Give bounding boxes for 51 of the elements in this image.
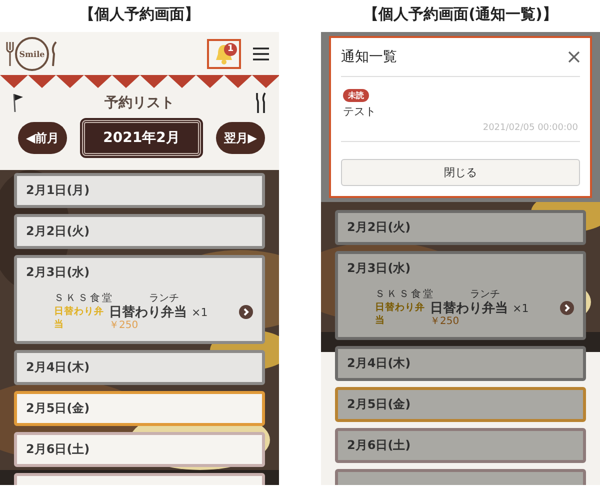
day-date: 2月2日(火) [347,220,412,235]
cutlery-icon [255,92,267,114]
day-date: 2月6日(土) [26,442,91,457]
next-month-button[interactable]: 翌月▶ [216,122,265,154]
day-date: 2月3日(水) [347,261,412,276]
notification-text: テスト [343,104,376,119]
meal-type: ランチ [469,288,502,301]
month-label: 2021年2月 [82,120,201,156]
menu-item: 日替わり弁当 ×1 [109,306,209,318]
day-date: 2月6日(土) [347,438,412,453]
price: ￥250 [109,319,138,332]
shop-name: ＳＫＳ食堂 [54,292,115,305]
menu-tag: 日替わり弁当 [375,301,427,327]
notification-time: 2021/02/05 00:00:00 [482,123,578,133]
menu-icon[interactable] [253,46,269,60]
day-date: 2月3日(水) [26,265,91,280]
day-card[interactable]: 2月2日(火) [335,210,586,245]
day-card[interactable]: 2月1日(月) [14,173,265,208]
chevron-icon[interactable] [239,305,253,319]
day-date: 2月5日(金) [26,401,91,416]
day-card[interactable]: 2月3日(水) ＳＫＳ食堂 ランチ 日替わり弁当 日替わり弁当 ×1 ￥250 [335,251,586,340]
day-card[interactable]: 2月4日(木) [14,350,265,385]
day-card[interactable]: 2月5日(金) [335,387,586,422]
day-card[interactable]: 2月2日(火) [14,214,265,249]
unread-badge: 未読 [343,89,369,102]
flag-icon [12,93,24,113]
meal-type: ランチ [148,292,180,305]
day-card[interactable]: 2月5日(金) [14,391,265,426]
close-icon[interactable] [568,51,580,63]
notification-badge: 1 [224,42,237,56]
menu-tag: 日替わり弁当 [54,305,106,331]
day-date: 2月1日(月) [26,183,91,198]
close-button[interactable]: 閉じる [341,159,580,186]
chevron-icon[interactable] [560,301,574,315]
screen-caption: 【個人予約画面(通知一覧)】 [364,4,558,25]
menu-item: 日替わり弁当 ×1 [430,302,530,314]
notification-button[interactable]: 1 [207,38,241,68]
day-card[interactable]: 2月6日(土) [335,428,586,463]
screen-caption: 【個人予約画面】 [80,4,200,25]
price: ￥250 [430,315,460,328]
dialog-title: 通知一覧 [341,48,397,66]
day-card[interactable]: 2月3日(水) ＳＫＳ食堂 ランチ 日替わり弁当 日替わり弁当 ×1 ￥250 [14,255,265,344]
day-date: 2月5日(金) [347,397,412,412]
day-card[interactable]: 2月6日(土) [14,432,265,467]
day-date: 2月4日(木) [347,356,412,371]
prev-month-button[interactable]: ◀前月 [18,122,68,154]
day-card[interactable]: 2月4日(木) [335,346,586,381]
day-date: 2月2日(火) [26,224,91,239]
day-date: 2月4日(木) [26,360,91,375]
shop-name: ＳＫＳ食堂 [375,288,436,301]
page-title: 予約リスト [104,94,174,112]
